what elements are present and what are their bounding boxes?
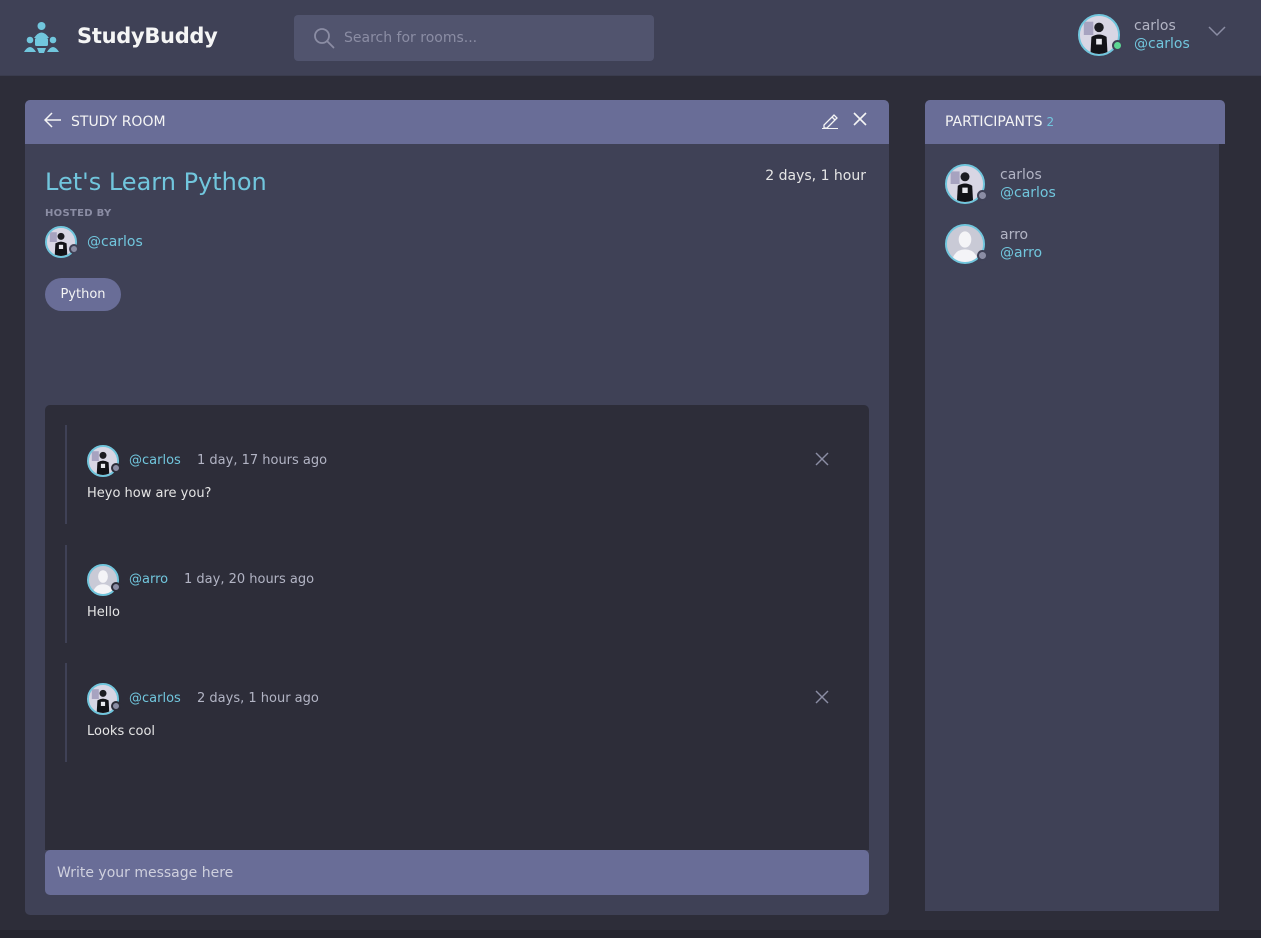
message-thread: @carlos 1 day, 17 hours ago Heyo how are… (65, 425, 845, 524)
participant-item[interactable]: carlos @carlos (945, 164, 1185, 206)
participant-name: arro (1000, 227, 1029, 243)
participants-header: PARTICIPANTS 2 (925, 100, 1225, 144)
participant-item[interactable]: arro @arro (945, 224, 1185, 266)
top-navbar: StudyBuddy carlos @carlos (0, 0, 1261, 76)
room-panel: STUDY ROOM Let's Learn Python 2 days, 1 … (25, 100, 889, 915)
search-bar[interactable] (294, 15, 654, 61)
message-author-handle[interactable]: @carlos (129, 453, 181, 468)
topic-tag[interactable]: Python (45, 278, 121, 311)
host-handle[interactable]: @carlos (87, 234, 143, 250)
conversation-panel[interactable]: @carlos 1 day, 17 hours ago Heyo how are… (45, 405, 869, 850)
message-thread: @carlos 2 days, 1 hour ago Looks cool (65, 663, 845, 762)
message-input[interactable] (57, 850, 857, 895)
message-author[interactable]: @carlos 1 day, 17 hours ago (87, 445, 447, 477)
message-form[interactable] (45, 850, 869, 895)
current-user-handle: @carlos (1134, 36, 1190, 52)
message-time: 2 days, 1 hour ago (197, 691, 319, 706)
message-time: 1 day, 20 hours ago (184, 572, 315, 587)
message-author[interactable]: @arro 1 day, 20 hours ago (87, 564, 447, 596)
message-author-handle[interactable]: @arro (129, 572, 168, 587)
logo-icon[interactable] (24, 21, 59, 54)
message-thread: @arro 1 day, 20 hours ago Hello (65, 545, 845, 643)
delete-icon[interactable] (815, 452, 829, 466)
status-dot (977, 250, 988, 261)
scrollbar[interactable] (1219, 144, 1225, 911)
status-dot (111, 582, 121, 592)
horizontal-scrollbar[interactable] (0, 930, 1261, 938)
message-time: 1 day, 17 hours ago (197, 453, 328, 468)
room-header: STUDY ROOM (25, 100, 889, 144)
message-author-handle[interactable]: @carlos (129, 691, 181, 706)
message-body: Hello (87, 605, 120, 620)
status-dot (111, 701, 121, 711)
online-status-dot (1112, 40, 1123, 51)
room-title: Let's Learn Python (45, 168, 267, 196)
back-arrow-icon[interactable] (44, 112, 62, 128)
participants-title: PARTICIPANTS 2 (945, 114, 1054, 130)
participant-name: carlos (1000, 167, 1042, 183)
participants-label: PARTICIPANTS (945, 114, 1043, 130)
search-icon (314, 28, 335, 49)
room-created-time: 2 days, 1 hour (765, 168, 866, 184)
room-host[interactable]: @carlos (45, 226, 185, 258)
participants-panel: PARTICIPANTS 2 carlos @carlos arro @arro (925, 100, 1225, 911)
hosted-by-label: HOSTED BY (45, 208, 112, 219)
message-author[interactable]: @carlos 2 days, 1 hour ago (87, 683, 447, 715)
chevron-down-icon[interactable] (1208, 25, 1226, 37)
app-name[interactable]: StudyBuddy (77, 24, 218, 48)
delete-icon[interactable] (815, 690, 829, 704)
status-dot (111, 463, 121, 473)
room-header-title: STUDY ROOM (71, 114, 166, 130)
participant-handle[interactable]: @carlos (1000, 185, 1056, 201)
participant-handle[interactable]: @arro (1000, 245, 1042, 261)
message-body: Looks cool (87, 724, 156, 739)
status-dot (977, 190, 988, 201)
close-icon[interactable] (852, 111, 868, 127)
edit-icon[interactable] (821, 111, 839, 129)
search-input[interactable] (344, 15, 644, 61)
current-user-name: carlos (1134, 18, 1176, 34)
participants-count: 2 (1046, 115, 1055, 129)
status-dot (69, 244, 79, 254)
message-body: Heyo how are you? (87, 486, 212, 501)
